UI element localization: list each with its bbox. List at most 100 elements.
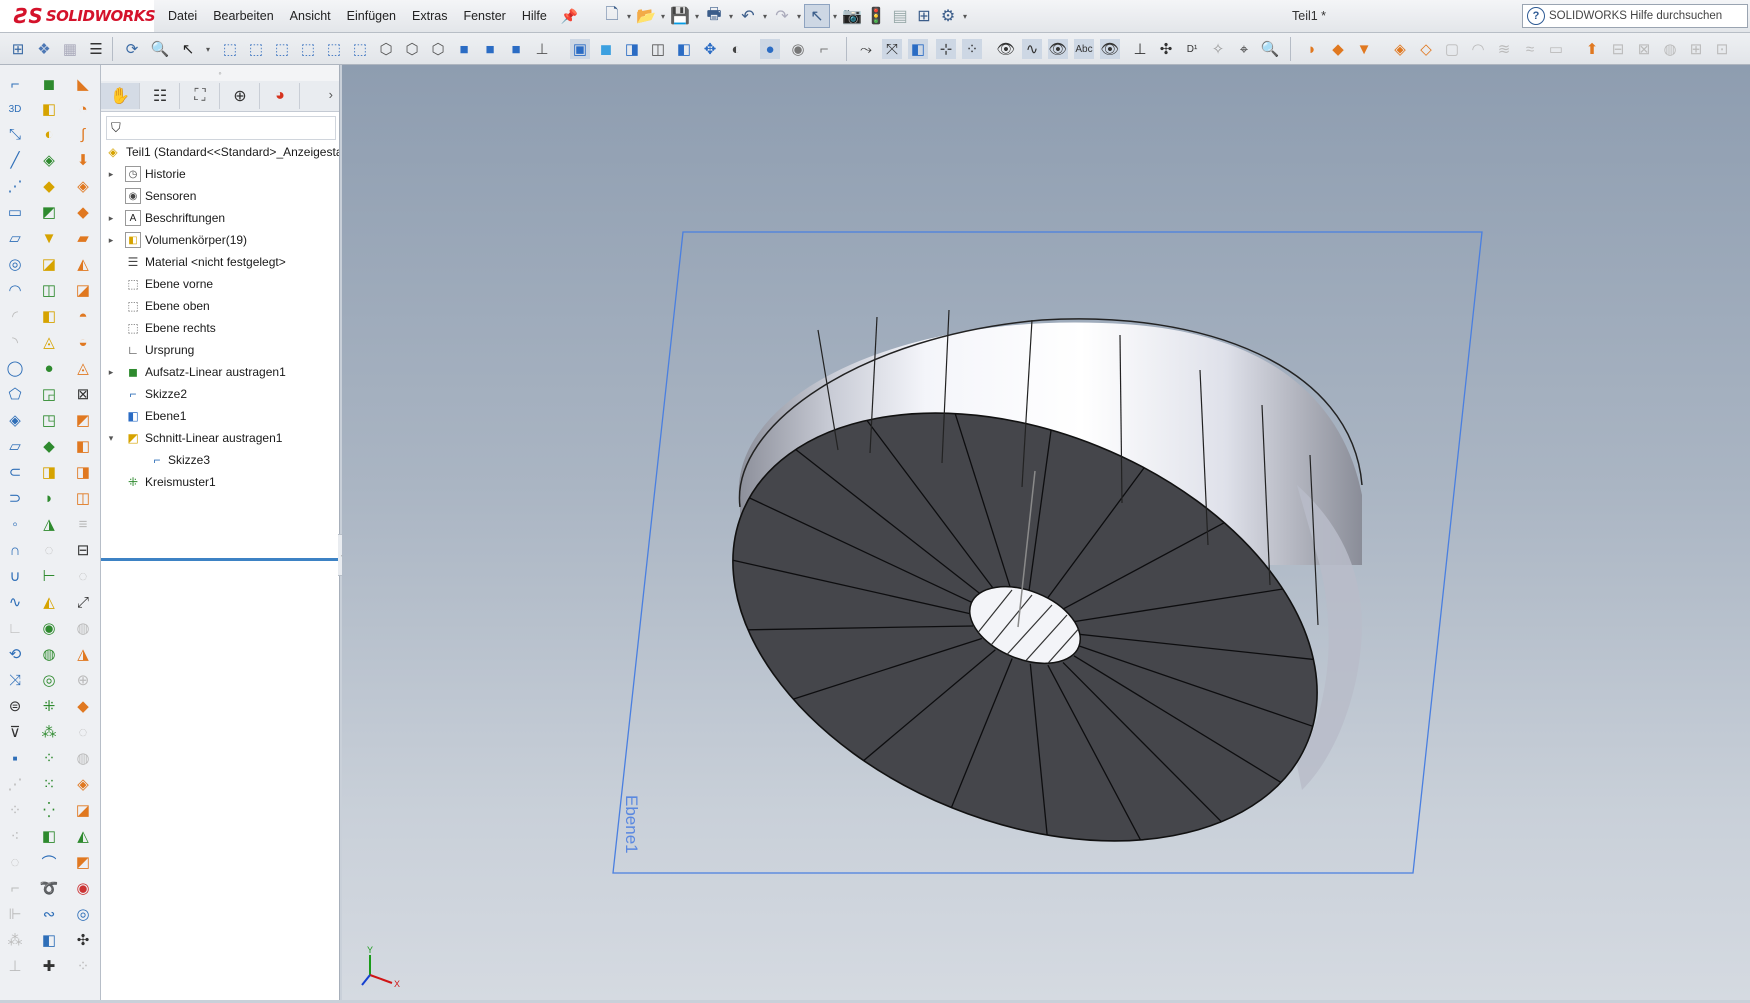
new-dropdown-icon[interactable]: ▾: [624, 5, 634, 27]
trim-surface-icon[interactable]: ◩: [72, 409, 94, 431]
repair-sketch-icon[interactable]: ⊩: [4, 903, 26, 925]
mirror-icon[interactable]: ⊽: [4, 721, 26, 743]
reference-geometry-icon[interactable]: ◮: [38, 513, 60, 535]
hole-wizard-icon[interactable]: ⬆: [1582, 39, 1602, 59]
flex-icon[interactable]: ≋: [1494, 39, 1514, 59]
lofted-boss-icon[interactable]: ◈: [38, 149, 60, 171]
sketch-grid-icon[interactable]: ⊞: [8, 39, 28, 59]
menu-extras[interactable]: Extras: [404, 0, 455, 32]
surface-loop-icon[interactable]: ◉: [72, 877, 94, 899]
swept-boss-icon[interactable]: ◐: [38, 123, 60, 145]
shaded-icon[interactable]: ◼: [596, 39, 616, 59]
view-settings-icon[interactable]: ◧: [674, 39, 694, 59]
draft-feature-icon[interactable]: ◆: [38, 435, 60, 457]
extruded-boss-icon[interactable]: ◼: [38, 73, 60, 95]
view-hide-icon[interactable]: 👁: [996, 39, 1016, 59]
polygon-icon[interactable]: ⬠: [4, 383, 26, 405]
tree-item-skizze3[interactable]: ⌐ Skizze3: [101, 449, 339, 471]
hidden-lines-icon[interactable]: ◫: [648, 39, 668, 59]
rectangle-icon[interactable]: ▭: [4, 201, 26, 223]
model-view[interactable]: Ebene1 Y X: [342, 65, 1750, 1000]
tree-item-kreismuster1[interactable]: ⁜ Kreismuster1: [101, 471, 339, 493]
tab-property-manager[interactable]: ☷: [141, 83, 180, 109]
three-point-arc-icon[interactable]: ◝: [4, 331, 26, 353]
ruled-tool-icon[interactable]: ◍: [72, 617, 94, 639]
extruded-cut-icon[interactable]: ◩: [38, 201, 60, 223]
coordinate-tool-icon[interactable]: ✣: [72, 929, 94, 951]
convert-entities-icon[interactable]: ⤨: [4, 669, 26, 691]
radiate-surface-icon[interactable]: ◌: [72, 565, 94, 587]
select-icon[interactable]: ↖: [178, 39, 198, 59]
curvature-icon[interactable]: ⁘: [72, 955, 94, 977]
undo-icon[interactable]: ↶: [736, 5, 760, 27]
surface-sweep-icon[interactable]: ∫: [72, 123, 94, 145]
offset-icon[interactable]: ⟲: [4, 643, 26, 665]
print-dropdown-icon[interactable]: ▾: [726, 5, 736, 27]
scene-icon[interactable]: ◉: [788, 39, 808, 59]
mid-surface-icon[interactable]: ⊟: [72, 539, 94, 561]
tab-display-manager[interactable]: ◕: [261, 83, 300, 109]
save-icon[interactable]: 💾: [668, 5, 692, 27]
view-left-icon[interactable]: ⬚: [272, 39, 292, 59]
surface-split-icon[interactable]: ◈: [72, 773, 94, 795]
deform-icon[interactable]: ≈: [1520, 39, 1540, 59]
rapid-sketch-icon[interactable]: ⊥: [4, 955, 26, 977]
view-front-icon[interactable]: ⬚: [220, 39, 240, 59]
smart-dimension-icon[interactable]: ⤡: [4, 123, 26, 145]
select-dropdown-icon[interactable]: ▾: [198, 39, 218, 59]
parabola-icon[interactable]: ∩: [4, 539, 26, 561]
open-folder-icon[interactable]: 📂: [634, 5, 658, 27]
single-view-icon[interactable]: ■: [480, 39, 500, 59]
panel-grip[interactable]: ◦: [101, 65, 339, 81]
delete-body-icon[interactable]: ⊡: [1712, 39, 1732, 59]
move-face-icon[interactable]: ◍: [72, 747, 94, 769]
trim-icon[interactable]: ⊜: [4, 695, 26, 717]
hide-show-icon[interactable]: ◐: [726, 39, 746, 59]
tree-item-schnitt-linear[interactable]: ▾ ◩ Schnitt-Linear austragen1: [101, 427, 339, 449]
select-dropdown-icon[interactable]: ▾: [830, 5, 840, 27]
menu-ansicht[interactable]: Ansicht: [282, 0, 339, 32]
boundary-surface-icon[interactable]: ◈: [72, 175, 94, 197]
surface-fillet-icon[interactable]: ◓: [72, 305, 94, 327]
surface-draft-icon[interactable]: ◩: [72, 851, 94, 873]
options-dropdown-icon[interactable]: ▾: [960, 5, 970, 27]
axis-tool-icon[interactable]: ✚: [38, 955, 60, 977]
fillet-icon[interactable]: ◗: [1302, 39, 1322, 59]
rebuild-icon[interactable]: ▤: [888, 5, 912, 27]
split-line-icon[interactable]: ⊢: [38, 565, 60, 587]
undo-dropdown-icon[interactable]: ▾: [760, 5, 770, 27]
variable-pattern-icon[interactable]: ⁛: [38, 799, 60, 821]
planes-icon[interactable]: ◧: [908, 39, 928, 59]
style-spline-icon[interactable]: ∟: [4, 617, 26, 639]
coordinate-system-icon[interactable]: ✣: [1156, 39, 1176, 59]
revolved-cut-icon[interactable]: ◪: [38, 253, 60, 275]
move-icon[interactable]: ✥: [700, 39, 720, 59]
slot-icon[interactable]: ⊂: [4, 461, 26, 483]
flatten-icon[interactable]: ⊕: [72, 669, 94, 691]
sketch-dims-icon[interactable]: 👁: [1100, 39, 1120, 59]
origins-icon[interactable]: ⊹: [936, 39, 956, 59]
tangent-arc-icon[interactable]: ◜: [4, 305, 26, 327]
zoom-search-icon[interactable]: 🔍: [1260, 39, 1280, 59]
tree-item-skizze2[interactable]: ⌐ Skizze2: [101, 383, 339, 405]
tree-item-ursprung[interactable]: ∟ Ursprung: [101, 339, 339, 361]
view-top-icon[interactable]: ⬚: [324, 39, 344, 59]
mirror-feature-icon[interactable]: ◗: [38, 487, 60, 509]
curves-tool-icon[interactable]: ◌: [38, 539, 60, 561]
hole-icon[interactable]: ▼: [38, 227, 60, 249]
corner-rectangle-icon[interactable]: ▱: [4, 227, 26, 249]
curve-pattern-icon[interactable]: ⁂: [38, 721, 60, 743]
move-copy-icon[interactable]: ⊞: [1686, 39, 1706, 59]
boundary-boss-icon[interactable]: ◆: [38, 175, 60, 197]
print-icon[interactable]: 🖶: [702, 5, 726, 27]
two-view-icon[interactable]: ■: [506, 39, 526, 59]
thicken-icon[interactable]: ◫: [72, 487, 94, 509]
dimension-icon[interactable]: D¹: [1182, 39, 1202, 59]
realview-icon[interactable]: ⌐: [814, 39, 834, 59]
conic-icon[interactable]: ∪: [4, 565, 26, 587]
expand-arrow-icon[interactable]: ▸: [106, 213, 116, 224]
cut-with-surface-icon[interactable]: ≡: [72, 513, 94, 535]
tab-dimxpert-manager[interactable]: ⊕: [221, 83, 260, 109]
wrap-feature-icon[interactable]: ◉: [38, 617, 60, 639]
straight-slot-icon[interactable]: ⊃: [4, 487, 26, 509]
